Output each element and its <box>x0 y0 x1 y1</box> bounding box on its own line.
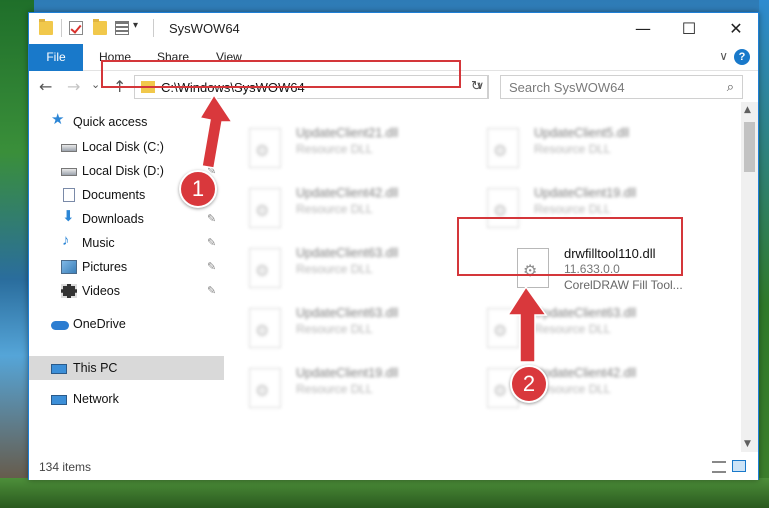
arrow-to-address-bar <box>198 93 234 169</box>
annotation-arrows <box>198 93 548 363</box>
step-2-marker: 2 <box>510 365 548 403</box>
step-1-marker: 1 <box>179 170 217 208</box>
arrow-to-file <box>506 285 548 363</box>
